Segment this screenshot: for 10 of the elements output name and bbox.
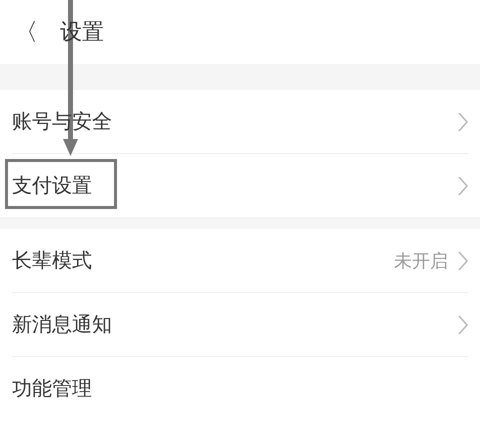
row-label: 新消息通知 <box>12 311 112 338</box>
row-label: 功能管理 <box>12 375 92 402</box>
row-label: 支付设置 <box>12 172 92 199</box>
row-label: 长辈模式 <box>12 247 92 274</box>
settings-row[interactable]: 支付设置 <box>12 154 468 217</box>
row-value: 未开启 <box>394 250 448 272</box>
settings-row[interactable]: 功能管理 <box>12 357 468 420</box>
settings-row[interactable]: 新消息通知 <box>12 293 468 357</box>
settings-row[interactable]: 长辈模式 未开启 <box>12 229 468 293</box>
back-icon[interactable]: 〈 <box>14 20 38 44</box>
